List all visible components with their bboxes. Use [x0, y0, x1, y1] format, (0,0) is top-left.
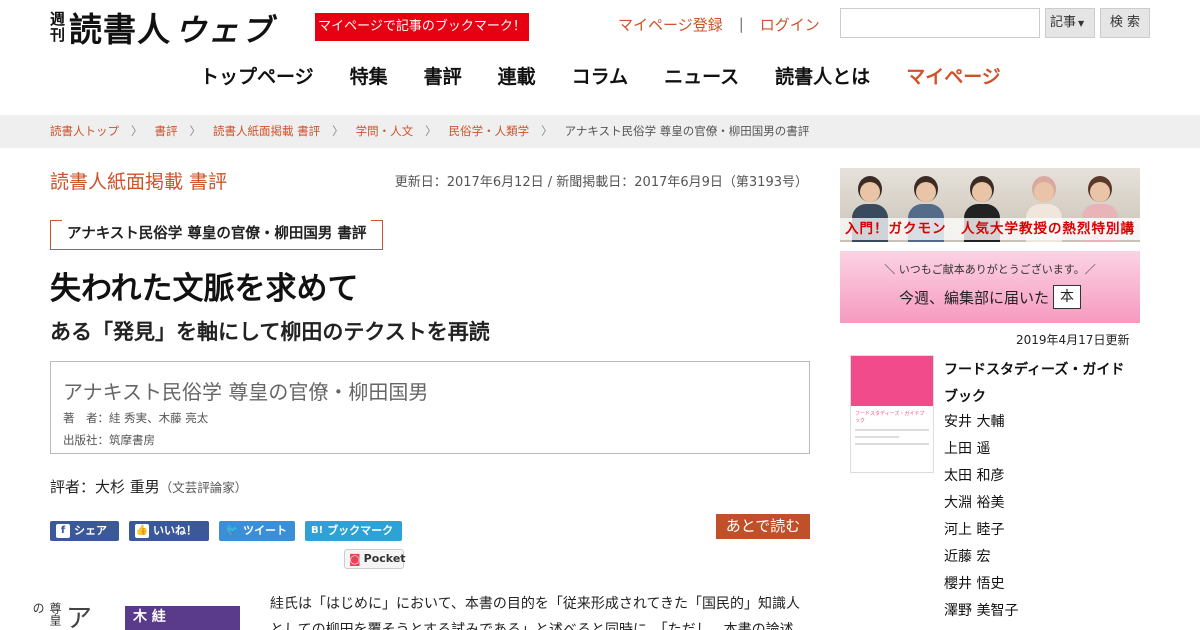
- facebook-share-button[interactable]: f シェア: [50, 521, 119, 541]
- facebook-share-label: シェア: [74, 524, 107, 537]
- book-box-icon: 本: [1053, 285, 1081, 309]
- breadcrumb-item[interactable]: 書評: [155, 115, 178, 148]
- banner-main-text: 今週、編集部に届いた 本: [840, 285, 1140, 309]
- thumbs-up-icon: 👍: [135, 524, 149, 538]
- article-headline: 失われた文脈を求めて: [50, 271, 359, 307]
- hatena-bookmark-label: ブックマーク: [327, 524, 394, 537]
- reviewer: 評者：大杉 重男（文芸評論家）: [50, 476, 247, 497]
- sidebar-author-list: 安井 大輔 上田 遥 太田 和彦 大淵 裕美 河上 睦子 近藤 宏 櫻井 悟史 …: [944, 409, 1018, 625]
- logo-main-text: 読書人: [69, 10, 172, 49]
- breadcrumb-arrow-icon: 〉: [541, 124, 553, 138]
- breadcrumb-item[interactable]: 学問・人文: [356, 115, 414, 148]
- search-input[interactable]: [840, 8, 1040, 38]
- breadcrumb: 読書人トップ 〉 書評 〉 読書人紙面掲載 書評 〉 学問・人文 〉 民俗学・人…: [0, 115, 1200, 148]
- twitter-tweet-button[interactable]: 🐦 ツイート: [219, 521, 295, 541]
- cover-text-vertical: 尊皇の: [31, 602, 62, 626]
- breadcrumb-arrow-icon: 〉: [189, 124, 202, 138]
- reviewer-role: （文芸評論家）: [159, 480, 248, 495]
- tweet-label: ツイート: [243, 524, 287, 537]
- header-links: マイページ登録 | ログイン: [618, 13, 820, 35]
- cover-author-band: 木 絓: [125, 606, 240, 630]
- global-nav: トップページ 特集 書評 連載 コラム ニュース 読書人とは マイページ: [200, 62, 1001, 89]
- nav-item-mypage[interactable]: マイページ: [906, 62, 1001, 89]
- cover-text-title: ア: [66, 604, 93, 630]
- logo-weekly-2: 刊: [50, 26, 66, 44]
- book-info-box: アナキスト民俗学 尊皇の官僚・柳田国男 著 者：絓 秀実、木藤 亮太 出版社：筑…: [50, 361, 810, 454]
- pocket-icon: ◙: [349, 552, 361, 566]
- breadcrumb-item[interactable]: 読書人紙面掲載 書評: [213, 115, 320, 148]
- book-review-tag: アナキスト民俗学 尊皇の官僚・柳田国男 書評: [50, 220, 384, 250]
- sidebar-book-cover[interactable]: フードスタディーズ・ガイドブック: [850, 355, 934, 473]
- like-label: いいね！: [153, 524, 197, 537]
- mypage-bookmark-promo-button[interactable]: マイページで記事のブックマーク！: [315, 13, 529, 41]
- cover-line: [855, 443, 929, 445]
- hatena-bookmark-icon: B!: [311, 525, 324, 536]
- chevron-down-icon: ▼: [1078, 19, 1085, 28]
- facebook-icon: f: [56, 524, 70, 538]
- header-link-separator: |: [738, 15, 744, 33]
- body-line: としての柳田を覆そうとする試みである」と述べると同時に、「ただし、本書の論述: [270, 622, 794, 630]
- logo-weekly-1: 週: [50, 10, 66, 28]
- cover-title-text: フードスタディーズ・ガイドブック: [855, 411, 925, 424]
- breadcrumb-item[interactable]: 読書人トップ: [50, 115, 119, 148]
- article-dates: 更新日：2017年6月12日 / 新聞掲載日：2017年6月9日（第3193号）: [394, 175, 808, 190]
- twitter-bird-icon: 🐦: [225, 525, 239, 536]
- book-cover-image[interactable]: 尊皇の ア 木 絓: [31, 590, 240, 630]
- sidebar-author: 太田 和彦: [944, 468, 1005, 484]
- nav-item-about[interactable]: 読書人とは: [775, 62, 870, 89]
- cover-pink-band: [851, 356, 933, 406]
- sidebar-author: 上田 遥: [944, 441, 991, 457]
- register-link[interactable]: マイページ登録: [618, 14, 723, 35]
- gakumon-lecture-banner[interactable]: 入門！ガクモン 人気大学教授の熱烈特別講義: [840, 168, 1140, 242]
- nav-item-columns[interactable]: コラム: [572, 62, 628, 89]
- article-subheadline: ある「発見」を軸にして柳田のテクストを再読: [50, 320, 490, 344]
- article-body: 絓氏は「はじめに」において、本書の目的を「従来形成されてきた「国民的」知識人 と…: [270, 591, 815, 630]
- received-books-banner[interactable]: ＼ いつもご献本ありがとうございます。／ 今週、編集部に届いた 本: [840, 251, 1140, 323]
- nav-item-news[interactable]: ニュース: [664, 62, 739, 89]
- read-later-button[interactable]: あとで読む: [716, 514, 810, 539]
- sidebar-updated-date: 2019年4月17日更新: [1016, 333, 1130, 347]
- cover-line: [855, 429, 929, 431]
- book-authors: 著 者：絓 秀実、木藤 亮太: [63, 411, 209, 425]
- book-title: アナキスト民俗学 尊皇の官僚・柳田国男: [63, 380, 429, 404]
- nav-item-serials[interactable]: 連載: [498, 62, 536, 89]
- sidebar-book-title[interactable]: フードスタディーズ・ガイドブック: [944, 357, 1134, 411]
- breadcrumb-arrow-icon: 〉: [131, 124, 143, 138]
- logo-weekly: 週 刊: [50, 11, 65, 43]
- reviewer-name[interactable]: 大杉 重男: [95, 478, 160, 496]
- nav-item-top[interactable]: トップページ: [200, 62, 314, 89]
- pocket-label: Pocket: [363, 552, 406, 565]
- sidebar-author: 澤野 美智子: [944, 603, 1019, 619]
- sidebar-author: 大淵 裕美: [944, 495, 1005, 511]
- book-publisher: 出版社：筑摩書房: [63, 433, 155, 447]
- nav-item-reviews[interactable]: 書評: [424, 62, 462, 89]
- body-line: 絓氏は「はじめに」において、本書の目的を「従来形成されてきた「国民的」知識人: [270, 596, 801, 612]
- breadcrumb-arrow-icon: 〉: [425, 124, 437, 138]
- banner-title: 入門！ガクモン 人気大学教授の熱烈特別講義: [840, 218, 1140, 240]
- breadcrumb-item[interactable]: 民俗学・人類学: [449, 115, 530, 148]
- sidebar-author: 近藤 宏: [944, 549, 991, 565]
- sidebar-author: 安井 大輔: [944, 414, 1005, 430]
- sidebar-author: 櫻井 悟史: [944, 576, 1005, 592]
- cover-body: フードスタディーズ・ガイドブック: [851, 406, 933, 472]
- banner-main-label: 今週、編集部に届いた: [898, 288, 1049, 307]
- share-buttons: f シェア 👍 いいね！ 🐦 ツイート B! ブックマーク: [50, 521, 402, 541]
- reviewer-prefix: 評者：: [50, 478, 96, 496]
- search-scope-value: 記事: [1050, 15, 1077, 30]
- login-link[interactable]: ログイン: [760, 14, 820, 35]
- section-label[interactable]: 読書人紙面掲載 書評: [50, 167, 227, 194]
- breadcrumb-current: アナキスト民俗学 尊皇の官僚・柳田国男の書評: [564, 124, 810, 138]
- breadcrumb-arrow-icon: 〉: [332, 124, 344, 138]
- cover-line: [855, 436, 900, 438]
- banner-thanks-text: ＼ いつもご献本ありがとうございます。／: [884, 263, 1096, 276]
- search-scope-select[interactable]: 記事 ▼: [1045, 8, 1095, 38]
- sidebar-author: 河上 睦子: [944, 522, 1005, 538]
- logo-web-text: ウェブ: [175, 12, 275, 49]
- site-logo[interactable]: 週 刊 読書人 ウェブ: [50, 6, 275, 49]
- nav-item-features[interactable]: 特集: [350, 62, 388, 89]
- facebook-like-button[interactable]: 👍 いいね！: [129, 521, 209, 541]
- pocket-button[interactable]: ◙ Pocket: [344, 549, 406, 569]
- hatena-bookmark-button[interactable]: B! ブックマーク: [305, 521, 402, 541]
- search-button[interactable]: 検 索: [1100, 8, 1150, 38]
